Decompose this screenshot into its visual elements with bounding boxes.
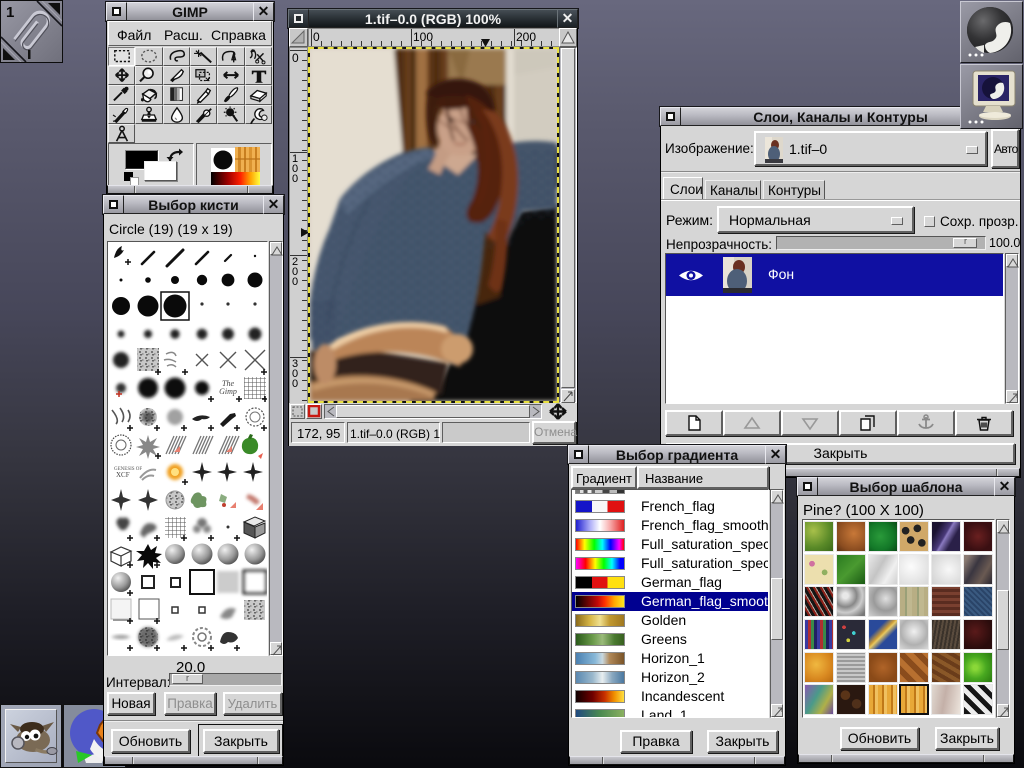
svg-text:Gimp: Gimp bbox=[219, 387, 237, 396]
svg-text:XCF: XCF bbox=[116, 471, 130, 479]
svg-text:1: 1 bbox=[6, 4, 14, 21]
